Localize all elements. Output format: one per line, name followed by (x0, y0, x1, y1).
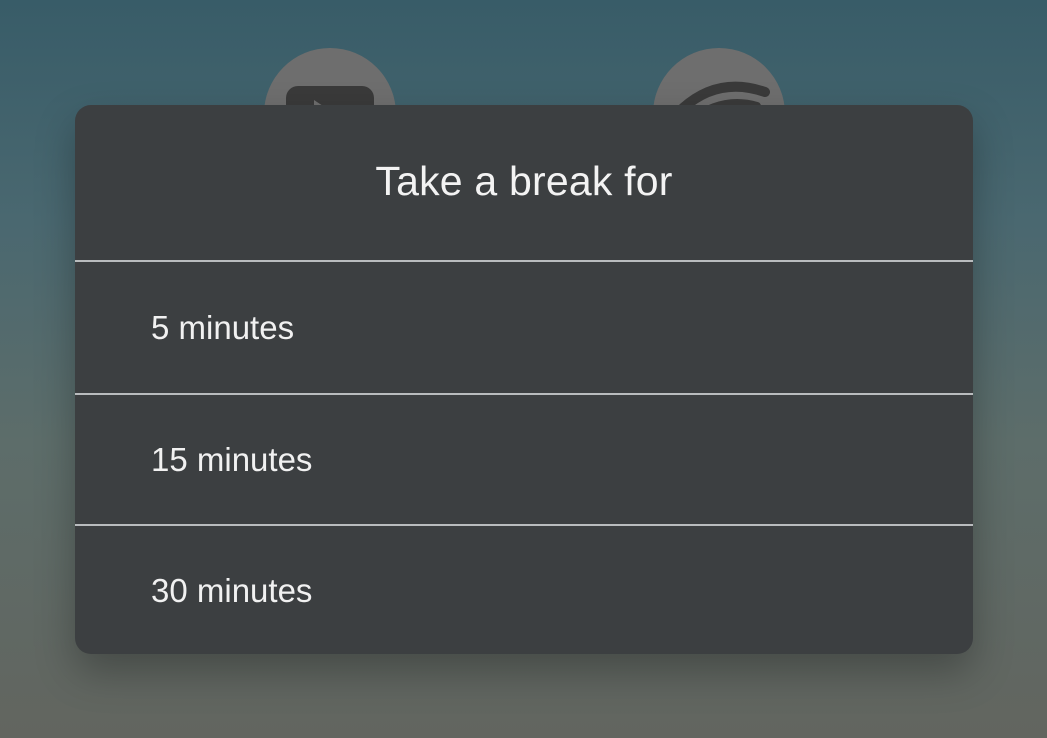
dialog-title: Take a break for (375, 158, 673, 204)
option-15-minutes[interactable]: 15 minutes (75, 393, 973, 524)
option-5-minutes[interactable]: 5 minutes (75, 262, 973, 393)
break-duration-dialog: Take a break for 5 minutes 15 minutes 30… (75, 105, 973, 654)
dialog-header: Take a break for (75, 105, 973, 262)
option-30-minutes[interactable]: 30 minutes (75, 524, 973, 654)
